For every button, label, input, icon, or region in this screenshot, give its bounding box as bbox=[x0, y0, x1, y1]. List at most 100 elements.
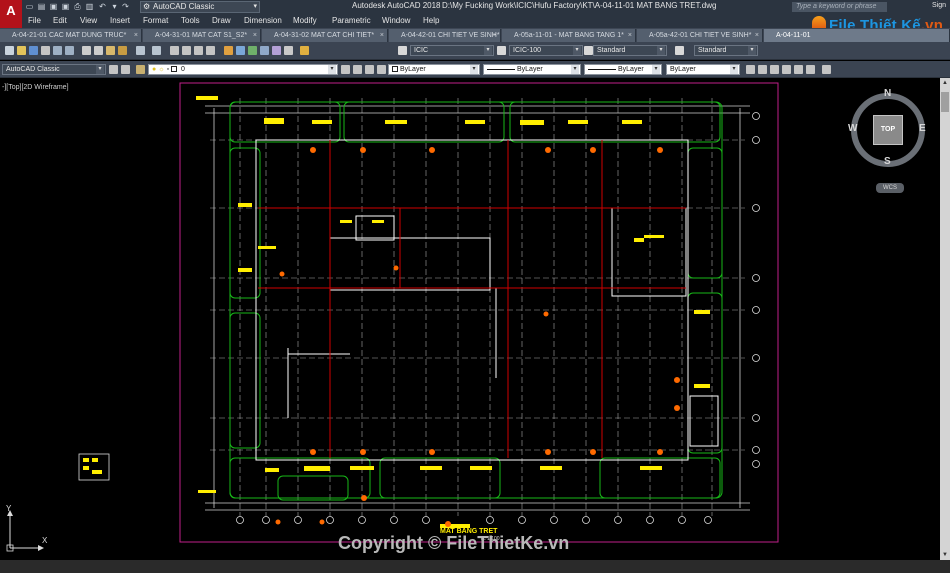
new-icon[interactable]: ▭ bbox=[25, 2, 34, 11]
paste-icon[interactable] bbox=[106, 46, 115, 55]
undo-icon[interactable] bbox=[136, 46, 145, 55]
plot-preview-icon[interactable]: ▥ bbox=[85, 2, 94, 11]
table-tool-icon[interactable] bbox=[794, 65, 803, 74]
lineweight-select[interactable]: ByLayer ▾ bbox=[584, 64, 662, 75]
viewport-controls[interactable]: -][Top][2D Wireframe] bbox=[2, 84, 69, 91]
workspace-settings-icon[interactable] bbox=[121, 65, 130, 74]
block-tool-icon[interactable] bbox=[782, 65, 791, 74]
sheet-set-icon[interactable] bbox=[260, 46, 269, 55]
lineweight-preview bbox=[588, 68, 616, 70]
layer-state-icon[interactable] bbox=[365, 65, 374, 74]
dimension-tool-icon[interactable] bbox=[746, 65, 755, 74]
markup-icon[interactable] bbox=[272, 46, 281, 55]
redo-icon[interactable]: ↷ bbox=[121, 2, 130, 11]
color-select[interactable]: ByLayer ▾ bbox=[388, 64, 480, 75]
match-properties-icon[interactable] bbox=[118, 46, 127, 55]
close-icon[interactable]: × bbox=[628, 29, 632, 42]
layer-previous-icon[interactable] bbox=[353, 65, 362, 74]
viewport-tool-icon[interactable] bbox=[822, 65, 831, 74]
menu-parametric[interactable]: Parametric bbox=[332, 16, 371, 25]
menu-format[interactable]: Format bbox=[143, 16, 168, 25]
menu-file[interactable]: File bbox=[28, 16, 41, 25]
workspace-select[interactable]: AutoCAD Classic ▾ bbox=[2, 64, 106, 75]
compass-west[interactable]: W bbox=[848, 123, 857, 134]
quickcalc-icon[interactable] bbox=[284, 46, 293, 55]
viewcube-top-face[interactable]: TOP bbox=[873, 115, 903, 145]
close-icon[interactable]: × bbox=[253, 29, 257, 42]
compass-north[interactable]: N bbox=[884, 88, 891, 99]
open-icon[interactable] bbox=[17, 46, 26, 55]
scroll-thumb[interactable] bbox=[941, 92, 949, 112]
compass-south[interactable]: S bbox=[884, 156, 891, 167]
menu-draw[interactable]: Draw bbox=[212, 16, 231, 25]
file-tab-active[interactable]: A-04-11-01 bbox=[764, 29, 950, 42]
linetype-select[interactable]: ByLayer ▾ bbox=[483, 64, 581, 75]
viewcube[interactable]: N S E W TOP bbox=[848, 88, 928, 178]
scroll-up-icon[interactable]: ▲ bbox=[942, 80, 948, 86]
help-icon[interactable] bbox=[300, 46, 309, 55]
cut-icon[interactable] bbox=[82, 46, 91, 55]
layer-select[interactable]: ● ☼ ▫ 0 ▾ bbox=[148, 64, 338, 75]
application-menu-button[interactable]: A bbox=[0, 0, 22, 28]
table-style-select[interactable]: Standard ▾ bbox=[593, 45, 667, 56]
text-style-select[interactable]: ICIC ▾ bbox=[410, 45, 494, 56]
file-tab[interactable]: A-04-42-01 CHI TIET VE SINH* × bbox=[389, 29, 501, 42]
zoom-previous-icon[interactable] bbox=[206, 46, 215, 55]
preview-icon[interactable] bbox=[53, 46, 62, 55]
plotstyle-select[interactable]: ByLayer ▾ bbox=[666, 64, 740, 75]
zoom-window-icon[interactable] bbox=[194, 46, 203, 55]
close-icon[interactable]: × bbox=[493, 29, 497, 42]
compass-east[interactable]: E bbox=[919, 123, 926, 134]
save-as-icon[interactable]: ▣ bbox=[61, 2, 70, 11]
close-icon[interactable]: × bbox=[134, 29, 138, 42]
dim-style-select[interactable]: ICIC-100 ▾ bbox=[509, 45, 583, 56]
menu-modify[interactable]: Modify bbox=[293, 16, 317, 25]
redo-icon[interactable] bbox=[152, 46, 161, 55]
multiline-tool-icon[interactable] bbox=[758, 65, 767, 74]
design-center-icon[interactable] bbox=[236, 46, 245, 55]
file-tab[interactable]: A-05a-42-01 CHI TIET VE SINH* × bbox=[637, 29, 763, 42]
file-tab[interactable]: A-04-21-01 CAC MAT DUNG TRUC* × bbox=[0, 29, 142, 42]
undo-icon[interactable]: ↶ bbox=[98, 2, 107, 11]
menu-tools[interactable]: Tools bbox=[181, 16, 200, 25]
mleader-style-select[interactable]: Standard ▾ bbox=[694, 45, 758, 56]
wcs-menu[interactable]: WCS bbox=[876, 183, 904, 193]
print-icon[interactable]: ⎙ bbox=[73, 2, 82, 11]
menu-insert[interactable]: Insert bbox=[110, 16, 130, 25]
menu-view[interactable]: View bbox=[80, 16, 97, 25]
open-icon[interactable]: ▤ bbox=[37, 2, 46, 11]
gear-icon[interactable] bbox=[109, 65, 118, 74]
undo-list-icon[interactable]: ▾ bbox=[110, 2, 119, 11]
print-icon[interactable] bbox=[41, 46, 50, 55]
publish-icon[interactable] bbox=[65, 46, 74, 55]
file-tab[interactable]: A-04-31-01 MAT CAT S1_S2* × bbox=[143, 29, 261, 42]
copy-icon[interactable] bbox=[94, 46, 103, 55]
layer-properties-icon[interactable] bbox=[136, 65, 145, 74]
menu-window[interactable]: Window bbox=[382, 16, 410, 25]
close-icon[interactable]: × bbox=[755, 29, 759, 42]
horizontal-scrollbar[interactable] bbox=[0, 560, 950, 573]
vertical-scrollbar[interactable]: ▲ ▼ bbox=[940, 78, 950, 560]
tool-palettes-icon[interactable] bbox=[248, 46, 257, 55]
file-tab[interactable]: A-05a-11-01 - MAT BANG TANG 1* × bbox=[502, 29, 636, 42]
workspace-switcher[interactable]: ⚙ AutoCAD Classic ▾ bbox=[140, 1, 260, 13]
hatch-tool-icon[interactable] bbox=[770, 65, 779, 74]
save-icon[interactable] bbox=[29, 46, 38, 55]
menu-help[interactable]: Help bbox=[423, 16, 439, 25]
pan-icon[interactable] bbox=[170, 46, 179, 55]
menu-dimension[interactable]: Dimension bbox=[244, 16, 282, 25]
sign-in-link[interactable]: Sign bbox=[932, 2, 946, 9]
properties-icon[interactable] bbox=[224, 46, 233, 55]
text-tool-icon[interactable] bbox=[806, 65, 815, 74]
drawing-canvas[interactable]: MAT BANG TRET TL 1/100 bbox=[0, 78, 940, 560]
close-icon[interactable]: × bbox=[380, 29, 384, 42]
make-current-icon[interactable] bbox=[341, 65, 350, 74]
save-icon[interactable]: ▣ bbox=[49, 2, 58, 11]
menu-edit[interactable]: Edit bbox=[53, 16, 67, 25]
zoom-realtime-icon[interactable] bbox=[182, 46, 191, 55]
layer-isolate-icon[interactable] bbox=[377, 65, 386, 74]
search-input[interactable]: Type a keyword or phrase bbox=[792, 2, 887, 12]
new-icon[interactable] bbox=[5, 46, 14, 55]
file-tab[interactable]: A-04-31-02 MAT CAT CHI TIET* × bbox=[262, 29, 388, 42]
scroll-down-icon[interactable]: ▼ bbox=[942, 552, 948, 558]
